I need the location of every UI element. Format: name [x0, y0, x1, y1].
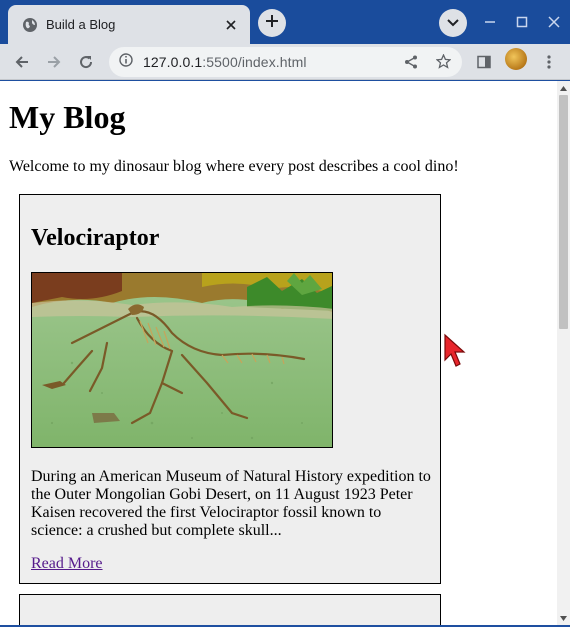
new-tab-button[interactable]: [258, 9, 286, 37]
scroll-thumb[interactable]: [559, 95, 568, 329]
browser-titlebar: Build a Blog: [0, 0, 570, 44]
minimize-icon[interactable]: [480, 12, 500, 32]
post-title: Velociraptor: [31, 225, 160, 251]
scroll-down-icon[interactable]: [559, 613, 568, 623]
side-panel-icon[interactable]: [472, 50, 496, 74]
globe-icon: [22, 17, 38, 33]
blog-post-card: Velociraptor During an American Museum o…: [19, 194, 441, 584]
address-bar[interactable]: 127.0.0.1:5500/index.html: [109, 47, 462, 77]
chevron-down-icon: [447, 14, 459, 32]
browser-tab[interactable]: Build a Blog: [8, 5, 250, 44]
window-close-icon[interactable]: [544, 12, 564, 32]
blog-post-card-next: [19, 594, 441, 625]
tab-title: Build a Blog: [46, 17, 116, 32]
plus-icon: [265, 14, 279, 33]
tab-search-button[interactable]: [439, 9, 467, 37]
maximize-icon[interactable]: [512, 12, 532, 32]
menu-icon[interactable]: [537, 50, 561, 74]
read-more-link[interactable]: Read More: [31, 555, 103, 573]
post-image: [31, 272, 333, 448]
scroll-up-icon[interactable]: [559, 83, 568, 93]
share-icon[interactable]: [404, 55, 418, 74]
forward-icon[interactable]: [42, 50, 66, 74]
close-icon[interactable]: [222, 16, 240, 34]
post-excerpt: During an American Museum of Natural His…: [31, 468, 431, 539]
reload-icon[interactable]: [74, 50, 98, 74]
mouse-cursor-icon: [442, 332, 468, 375]
back-icon[interactable]: [10, 50, 34, 74]
url-host: 127.0.0.1: [143, 54, 203, 70]
url-text: 127.0.0.1:5500/index.html: [143, 54, 307, 70]
avatar[interactable]: [505, 48, 527, 70]
page-title: My Blog: [9, 99, 126, 135]
star-icon[interactable]: [435, 53, 452, 74]
url-path: :5500/index.html: [202, 54, 307, 70]
vertical-scrollbar[interactable]: [557, 81, 570, 625]
page-intro: Welcome to my dinosaur blog where every …: [9, 158, 459, 175]
info-icon[interactable]: [119, 52, 133, 72]
page-viewport: My Blog Welcome to my dinosaur blog wher…: [0, 81, 557, 625]
browser-toolbar: 127.0.0.1:5500/index.html: [0, 44, 570, 80]
